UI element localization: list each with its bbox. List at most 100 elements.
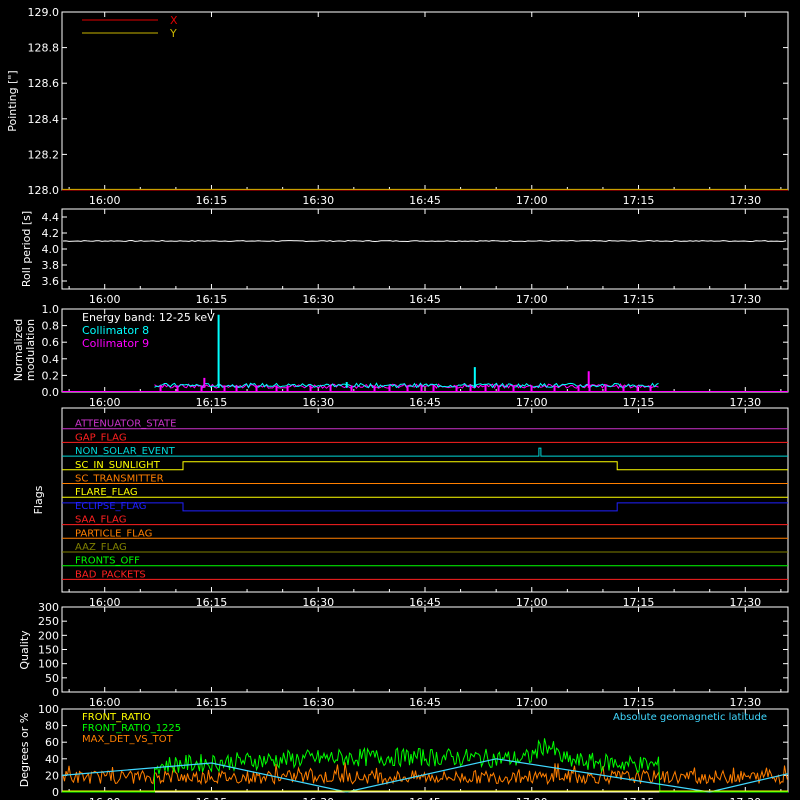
ratio-ytick-label: 40: [45, 753, 59, 766]
pointing-panel: 128.0 128.2 128.4 128.6 128.8 129.0 16:00 16:15…: [6, 6, 789, 207]
pointing-ytick-label: 128.8: [28, 42, 60, 55]
ratio-xtick-label: 16:15: [196, 796, 228, 800]
flags-ylabel: Flags: [32, 485, 45, 514]
roll-xtick-label: 17:30: [729, 293, 761, 306]
pointing-xtick-label: 16:15: [196, 194, 228, 207]
flag-label: SC_IN_SUNLIGHT: [75, 460, 161, 471]
roll-ytick-label: 4.4: [42, 211, 60, 224]
modulation-ytick-label: 0.8: [42, 320, 60, 333]
pointing-xtick-label: 16:45: [409, 194, 441, 207]
modulation-xtick-label: 17:00: [516, 396, 548, 409]
modulation-xtick-label: 17:30: [729, 396, 761, 409]
pointing-xtick-label: 17:15: [623, 194, 655, 207]
pointing-xtick-label: 17:00: [516, 194, 548, 207]
pointing-xtick-label: 16:00: [89, 194, 121, 207]
modulation-ytick-label: 0.6: [42, 336, 60, 349]
modulation-xtick-label: 16:45: [409, 396, 441, 409]
ratio-legend-label: FRONT_RATIO: [82, 712, 151, 723]
ratio-ytick-label: 80: [45, 720, 59, 733]
quality-frame: [61, 606, 789, 693]
geomag-latitude-label: Absolute geomagnetic latitude: [613, 712, 767, 723]
pointing-xtick-label: 17:30: [729, 194, 761, 207]
pointing-ytick-label: 128.2: [28, 148, 60, 161]
ratio-xtick-label: 16:45: [409, 796, 441, 800]
ratio-xtick-label: 16:30: [302, 796, 334, 800]
quality-ytick-label: 150: [38, 644, 59, 657]
quality-ytick-label: 250: [38, 615, 59, 628]
roll-ylabel: Roll period [s]: [20, 211, 33, 287]
pointing-ytick-label: 129.0: [28, 6, 60, 19]
pointing-ylabel: Pointing ["]: [6, 70, 19, 131]
modulation-xtick-label: 17:15: [623, 396, 655, 409]
pointing-ytick-label: 128.4: [28, 113, 60, 126]
roll-period-line: [62, 239, 787, 243]
roll-xtick-label: 16:30: [302, 293, 334, 306]
max-det-vs-tot-line: [62, 762, 788, 786]
roll-ytick-label: 4.0: [42, 243, 60, 256]
quality-xtick-label: 17:30: [729, 696, 761, 709]
quality-ylabel: Quality: [18, 630, 31, 670]
pointing-ytick-label: 128.6: [28, 77, 60, 90]
ratio-legend-label: MAX_DET_VS_TOT: [82, 734, 174, 745]
quality-xtick-label: 16:00: [89, 696, 121, 709]
flag-label: SC_TRANSMITTER: [75, 474, 164, 485]
quality-xtick-label: 16:30: [302, 696, 334, 709]
flag-label: ATTENUATOR_STATE: [75, 419, 176, 430]
roll-xtick-label: 17:00: [516, 293, 548, 306]
roll-xtick-label: 17:15: [623, 293, 655, 306]
roll-ytick-label: 4.2: [42, 227, 60, 240]
roll-ytick-label: 3.6: [42, 275, 60, 288]
flag-line: [62, 461, 788, 471]
modulation-xtick-label: 16:15: [196, 396, 228, 409]
ratio-ytick-label: 20: [45, 769, 59, 782]
quality-ytick-label: 50: [45, 672, 59, 685]
quality-xtick-label: 17:15: [623, 696, 655, 709]
pointing-ytick-label: 128.0: [28, 184, 60, 197]
flags-panel: 16:00 16:15 16:30 16:45 17:00 17:15 17:30Flags…: [32, 407, 789, 609]
summary-plot: 128.0128.2128.4128.6128.8129.016:00 16:15…: [6, 6, 789, 800]
roll-frame: [61, 208, 789, 290]
flag-label: SAA_FLAG: [75, 515, 126, 526]
modulation-legend-label: Energy band: 12-25 keV: [82, 311, 215, 324]
roll-xtick-label: 16:45: [409, 293, 441, 306]
pointing-legend-label: Y: [169, 27, 177, 40]
flag-label: NON_SOLAR_EVENT: [75, 446, 176, 457]
flag-label: FLARE_FLAG: [75, 487, 138, 498]
ratio-ytick-label: 60: [45, 736, 59, 749]
quality-xtick-label: 16:45: [409, 696, 441, 709]
modulation-ytick-label: 0.0: [42, 386, 60, 399]
ratio-ytick-label: 0: [52, 786, 59, 799]
quality-ytick-label: 300: [38, 601, 59, 614]
modulation-ylabel-2: modulation: [24, 319, 37, 381]
modulation-ytick-label: 0.2: [42, 369, 60, 382]
flag-label: AAZ_FLAG: [75, 542, 127, 553]
flag-label: BAD_PACKETS: [75, 569, 146, 580]
collimator8-line: [154, 382, 659, 389]
pointing-legend-label: X: [170, 14, 178, 27]
modulation-legend-label: Collimator 8: [82, 324, 149, 337]
ratio-panel: 0 20 40 60 80 100 16:00 16:15 16:30 16:45 17:00 17:…: [18, 703, 789, 800]
quality-xtick-label: 17:00: [516, 696, 548, 709]
ratio-xtick-label: 17:15: [623, 796, 655, 800]
modulation-xtick-label: 16:00: [89, 396, 121, 409]
roll-xtick-label: 16:15: [196, 293, 228, 306]
ratio-legend-label: FRONT_RATIO_1225: [82, 723, 181, 734]
modulation-ytick-label: 0.4: [42, 353, 60, 366]
quality-ytick-label: 200: [38, 629, 59, 642]
flags-frame: [61, 407, 789, 593]
quality-ytick-label: 0: [52, 686, 59, 699]
quality-panel: 050100150 200250300 16:00 16:15 16:30 16:45 17…: [18, 601, 789, 709]
quality-ytick-label: 100: [38, 658, 59, 671]
ratio-xtick-label: 16:00: [89, 796, 121, 800]
modulation-ytick-label: 1.0: [42, 303, 60, 316]
pointing-xtick-label: 16:30: [302, 194, 334, 207]
flag-label: FRONTS_OFF: [75, 556, 140, 567]
modulation-legend-label: Collimator 9: [82, 337, 149, 350]
front-ratio-1225-line: [62, 738, 788, 793]
flag-label: GAP_FLAG: [75, 432, 127, 443]
ratio-ytick-label: 100: [38, 703, 59, 716]
roll-xtick-label: 16:00: [89, 293, 121, 306]
ratio-xtick-label: 17:30: [729, 796, 761, 800]
modulation-panel: 0.0 0.2 0.4 0.6 0.8 1.0 16:00 16:15 16:30 16:45 17…: [12, 303, 789, 409]
roll-period-panel: 3.6 3.8 4.0 4.2 4.4 16:00 16:15 16:30 16:45 17:00…: [20, 208, 789, 306]
